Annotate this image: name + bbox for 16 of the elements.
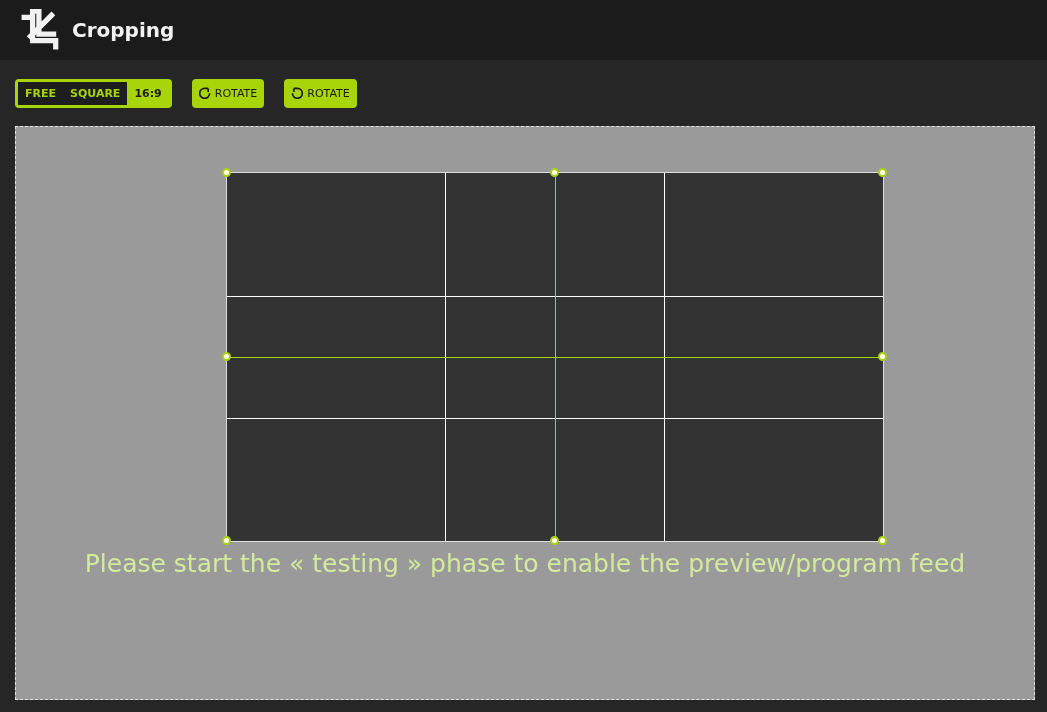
rotate-clockwise-icon: [198, 87, 211, 99]
crop-handle[interactable]: [550, 168, 559, 177]
crop-handle[interactable]: [222, 352, 231, 361]
rotate-button[interactable]: ROTATE: [191, 78, 265, 108]
rotate-button[interactable]: ROTATE: [284, 78, 357, 108]
crop-handle[interactable]: [878, 536, 887, 545]
crop-handle[interactable]: [222, 536, 231, 545]
crop-handle[interactable]: [878, 168, 887, 177]
aspect-ratio-option[interactable]: FREE: [18, 81, 63, 105]
crop-handle[interactable]: [222, 168, 231, 177]
aspect-ratio-option[interactable]: SQUARE: [63, 81, 128, 105]
page-title: Cropping: [72, 18, 175, 42]
rotate-counterclockwise-icon: [291, 87, 304, 99]
status-message: Please start the « testing » phase to enable the preview/program feed: [83, 549, 967, 578]
crop-handle[interactable]: [550, 536, 559, 545]
crop-handle[interactable]: [878, 352, 887, 361]
